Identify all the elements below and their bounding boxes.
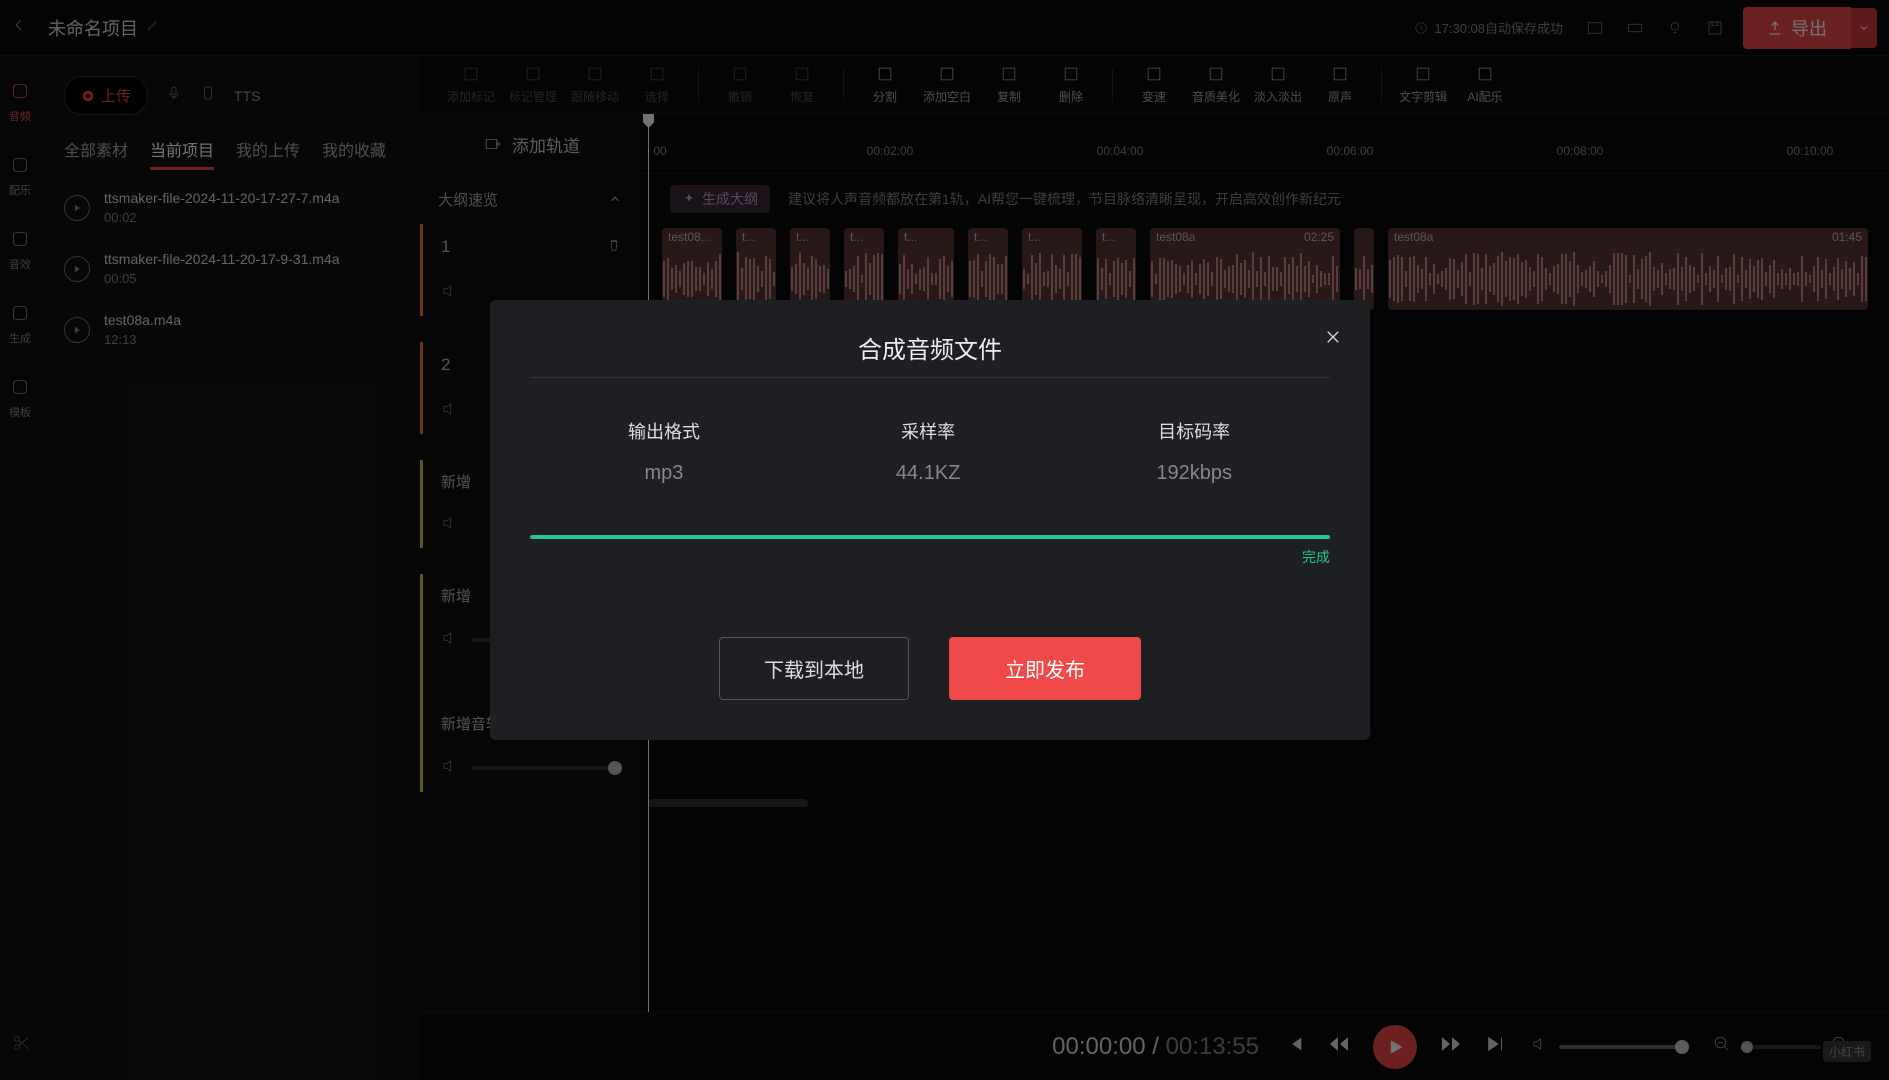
close-icon bbox=[1324, 328, 1342, 346]
modal-title: 合成音频文件 bbox=[530, 330, 1330, 365]
watermark: 小红书 bbox=[1823, 1041, 1871, 1062]
modal-setting: 输出格式mp3 bbox=[628, 418, 700, 485]
publish-button[interactable]: 立即发布 bbox=[949, 637, 1141, 700]
modal-setting: 采样率44.1KZ bbox=[896, 418, 960, 485]
download-button[interactable]: 下载到本地 bbox=[719, 637, 909, 700]
modal-setting: 目标码率192kbps bbox=[1156, 418, 1232, 485]
modal-close-button[interactable] bbox=[1324, 328, 1342, 352]
export-modal: 合成音频文件 输出格式mp3 采样率44.1KZ 目标码率192kbps 完成 下载… bbox=[490, 300, 1370, 740]
progress-status: 完成 bbox=[530, 547, 1330, 567]
progress-bar bbox=[530, 535, 1330, 539]
modal-settings: 输出格式mp3 采样率44.1KZ 目标码率192kbps bbox=[530, 418, 1330, 485]
